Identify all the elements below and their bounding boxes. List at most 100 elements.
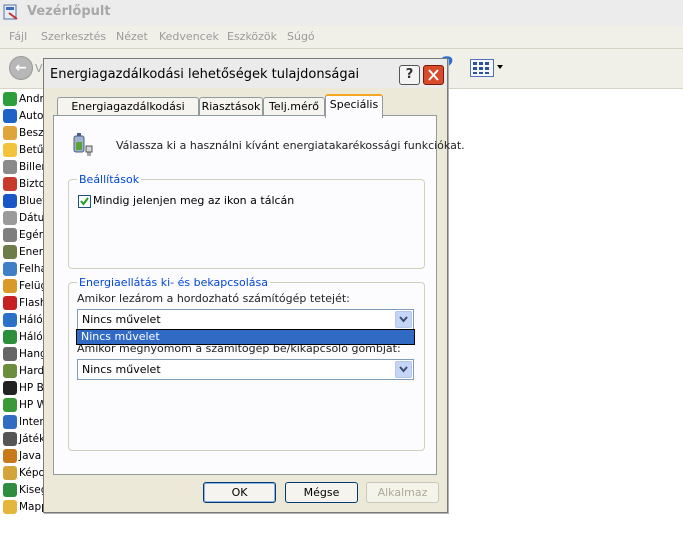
- control-panel-item-icon: [3, 483, 17, 497]
- settings-group: Beállítások Mindig jelenjen meg az ikon …: [68, 173, 425, 269]
- close-icon: [428, 69, 439, 81]
- list-item[interactable]: Felüg: [1, 278, 46, 295]
- list-item-label: Andr: [19, 93, 44, 105]
- control-panel-item-icon: [3, 279, 17, 293]
- list-item[interactable]: Energ: [1, 244, 46, 261]
- control-panel-item-icon: [3, 160, 17, 174]
- control-panel-item-icon: [3, 500, 17, 514]
- list-item-label: Hálóz: [19, 331, 46, 343]
- control-panel-item-icon: [3, 330, 17, 344]
- list-item[interactable]: Hang: [1, 346, 46, 363]
- tab-power-schemes[interactable]: Energiagazdálkodási sémák: [57, 97, 199, 131]
- list-item[interactable]: Billen: [1, 159, 46, 176]
- control-panel-item-icon: [3, 398, 17, 412]
- list-item[interactable]: HP W: [1, 397, 46, 414]
- control-panel-item-icon: [3, 92, 17, 106]
- list-item[interactable]: Autor: [1, 108, 46, 125]
- list-item[interactable]: Egér: [1, 227, 46, 244]
- menu-edit[interactable]: Szerkesztés: [41, 30, 106, 43]
- list-item-label: Billen: [19, 161, 46, 173]
- list-item[interactable]: Hálóz: [1, 312, 46, 329]
- control-panel-item-icon: [3, 381, 17, 395]
- list-item[interactable]: Java: [1, 448, 46, 465]
- list-item[interactable]: Hálóz: [1, 329, 46, 346]
- power-button-dropdown-button[interactable]: [395, 361, 412, 378]
- chevron-down-icon: [399, 316, 408, 323]
- list-item-label: Egér: [19, 229, 44, 241]
- menu-tools[interactable]: Eszközök: [227, 30, 277, 43]
- list-item[interactable]: Inter: [1, 414, 46, 431]
- list-item-label: Felüg: [19, 280, 46, 292]
- list-item-label: HP Ba: [19, 382, 46, 394]
- list-item-label: Mapp: [19, 501, 46, 513]
- control-panel-item-icon: [3, 109, 17, 123]
- cancel-button[interactable]: Mégse: [285, 482, 358, 503]
- list-item-label: Autor: [19, 110, 46, 122]
- list-item-label: Inter: [19, 416, 44, 428]
- menu-favorites[interactable]: Kedvencek: [159, 30, 219, 43]
- list-item[interactable]: HP Ba: [1, 380, 46, 397]
- menu-file[interactable]: Fájl: [9, 30, 27, 43]
- list-item-label: Kiseg: [19, 484, 46, 496]
- control-panel-item-icon: [3, 313, 17, 327]
- list-item-label: Hálóz: [19, 314, 46, 326]
- list-item[interactable]: Képo: [1, 465, 46, 482]
- intro-text: Válassza ki a használni kívánt energiata…: [116, 139, 465, 152]
- control-panel-item-icon: [3, 126, 17, 140]
- list-item[interactable]: Dátun: [1, 210, 46, 227]
- list-item[interactable]: Játék: [1, 431, 46, 448]
- list-item[interactable]: Betűt: [1, 142, 46, 159]
- back-arrow-icon: ←: [15, 60, 27, 76]
- show-tray-icon-checkbox[interactable]: [78, 195, 91, 208]
- control-panel-item-icon: [3, 364, 17, 378]
- menu-help[interactable]: Súgó: [287, 30, 315, 43]
- lid-close-select[interactable]: Nincs művelet: [77, 309, 414, 330]
- list-item-label: Hang: [19, 348, 46, 360]
- menu-bar: Fájl Szerkesztés Nézet Kedvencek Eszközö…: [0, 26, 683, 49]
- list-item[interactable]: Kiseg: [1, 482, 46, 499]
- views-dropdown-icon[interactable]: [497, 65, 503, 69]
- power-button-value: Nincs művelet: [82, 363, 161, 376]
- control-panel-item-icon: [3, 347, 17, 361]
- control-panel-item-icon: [3, 194, 17, 208]
- list-item[interactable]: Felha: [1, 261, 46, 278]
- dialog-close-button[interactable]: [423, 65, 444, 85]
- lid-close-value: Nincs művelet: [82, 313, 161, 326]
- back-button[interactable]: ←: [9, 56, 33, 80]
- dialog-title: Energiagazdálkodási lehetőségek tulajdon…: [50, 67, 360, 82]
- control-panel-item-icon: [3, 262, 17, 276]
- list-item-label: Felha: [19, 263, 46, 275]
- window-title: Vezérlőpult: [27, 4, 111, 19]
- apply-button[interactable]: Alkalmaz: [366, 482, 439, 503]
- control-panel-item-icon: [3, 432, 17, 446]
- tab-alarms[interactable]: Riasztások: [199, 97, 263, 116]
- show-tray-icon-label[interactable]: Mindig jelenjen meg az ikon a tálcán: [93, 194, 294, 207]
- tab-advanced[interactable]: Speciális: [325, 94, 383, 118]
- list-item[interactable]: Mapp: [1, 499, 46, 516]
- list-item-label: Játék: [19, 433, 46, 445]
- list-item[interactable]: Hardv: [1, 363, 46, 380]
- control-panel-item-icon: [3, 177, 17, 191]
- control-panel-item-icon: [3, 228, 17, 242]
- list-item[interactable]: Andr: [1, 91, 46, 108]
- control-panel-icon: [3, 4, 18, 20]
- dropdown-option-no-action[interactable]: Nincs művelet: [77, 330, 414, 344]
- power-buttons-group-legend: Energiaellátás ki- és bekapcsolása: [77, 276, 271, 289]
- tab-power-meter[interactable]: Telj.mérő: [263, 97, 325, 116]
- list-item[interactable]: Flash: [1, 295, 46, 312]
- menu-view[interactable]: Nézet: [116, 30, 148, 43]
- dialog-help-button[interactable]: ?: [399, 65, 420, 85]
- checkmark-icon: [80, 197, 89, 206]
- power-button-select[interactable]: Nincs művelet: [77, 359, 414, 380]
- list-item[interactable]: Besze: [1, 125, 46, 142]
- control-panel-list: Andr Autor Besze Betűt Billen Bizto Bluet Dátun…: [0, 89, 46, 553]
- list-item[interactable]: Bluet: [1, 193, 46, 210]
- list-item-label: Dátun: [19, 212, 46, 224]
- list-item-label: Bluet: [19, 195, 46, 207]
- dialog-titlebar: Energiagazdálkodási lehetőségek tulajdon…: [44, 59, 447, 88]
- list-item[interactable]: Bizto: [1, 176, 46, 193]
- list-item-label: HP W: [19, 399, 46, 411]
- ok-button[interactable]: OK: [203, 482, 276, 503]
- views-button[interactable]: [470, 59, 494, 77]
- lid-close-dropdown-button[interactable]: [395, 311, 412, 328]
